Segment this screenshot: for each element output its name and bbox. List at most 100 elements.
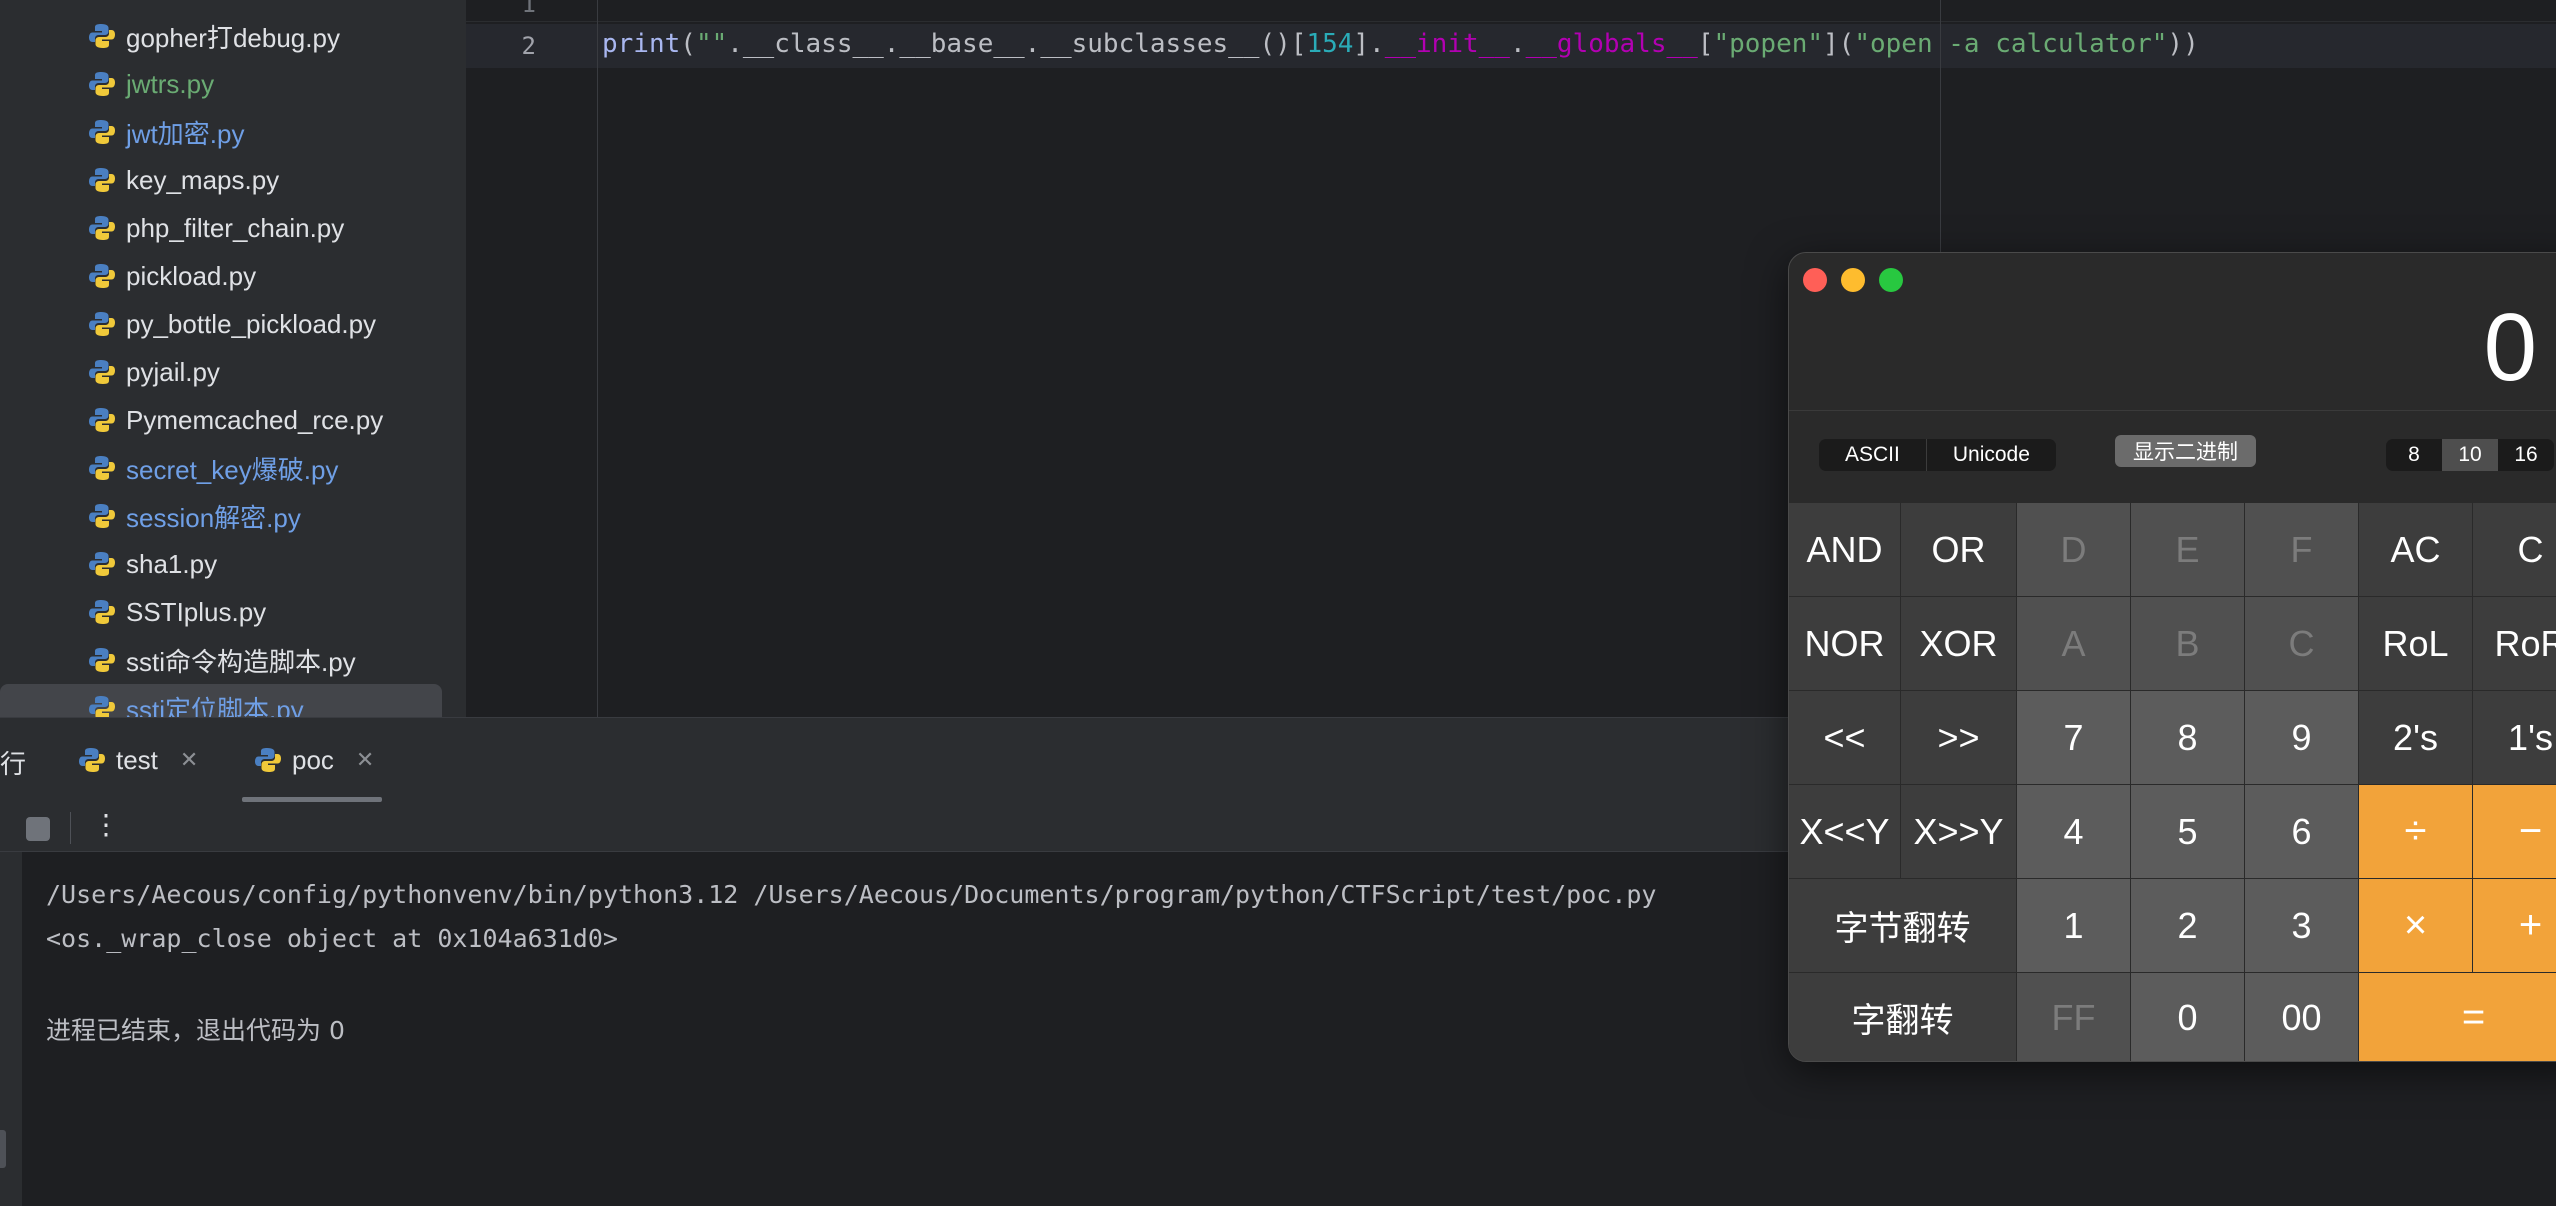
calc-key[interactable]: 字翻转 [1789,973,2017,1061]
calc-key[interactable]: 4 [2017,785,2131,879]
file-tree-item[interactable]: py_bottle_pickload.py [0,300,466,348]
calc-key[interactable]: 6 [2245,785,2359,879]
calc-key[interactable]: 7 [2017,691,2131,785]
file-name: SSTIplus.py [126,596,267,627]
calc-key[interactable]: X<<Y [1789,785,1901,879]
calc-key[interactable]: XOR [1901,597,2017,691]
tab-test[interactable]: test ✕ [78,718,198,802]
close-icon[interactable]: ✕ [356,747,374,773]
calc-key[interactable]: F [2245,503,2359,597]
calc-key[interactable]: 00 [2245,973,2359,1061]
calc-key[interactable]: OR [1901,503,2017,597]
calc-key[interactable]: RoL [2359,597,2473,691]
file-tree-item[interactable]: key_maps.py [0,156,466,204]
base-8-button[interactable]: 8 [2386,439,2442,471]
code-token: __init__ [1384,29,1510,59]
file-tree-item[interactable]: secret_key爆破.py [0,444,466,492]
python-file-icon [89,120,115,144]
close-icon[interactable]: ✕ [180,747,198,773]
code-token: 154 [1306,29,1354,59]
calc-key[interactable]: 3 [2245,879,2359,973]
console-exit-line: 进程已结束，退出代码为 0 [46,1016,345,1045]
stop-icon[interactable] [26,817,50,841]
file-name: session解密.py [126,502,301,533]
calc-key[interactable]: + [2473,879,2556,973]
code-line-2[interactable]: print("".__class__.__base__.__subclasses… [602,29,2199,59]
console-output-line: <os._wrap_close object at 0x104a631d0> [46,924,618,953]
file-tree-item[interactable]: pickload.py [0,252,466,300]
file-tree-item[interactable]: ssti命令构造脚本.py [0,636,466,684]
unicode-mode-button[interactable]: Unicode [1927,439,2056,471]
file-name: sha1.py [126,548,218,579]
calc-key[interactable]: RoR [2473,597,2556,691]
calculator-display: 0 [2483,294,2537,401]
file-tree-item[interactable]: php_filter_chain.py [0,204,466,252]
console-gutter [0,852,22,1206]
calc-key[interactable]: 2's [2359,691,2473,785]
code-token: "popen" [1713,29,1824,59]
python-file-icon [89,456,115,480]
window-zoom-button[interactable] [1879,268,1903,292]
calc-key[interactable]: ÷ [2359,785,2473,879]
editor-line-1-area [466,0,2556,22]
file-tree-item[interactable]: gopher打debug.py [0,12,466,60]
python-file-icon [255,748,281,772]
python-file-icon [89,600,115,624]
calc-key[interactable]: B [2131,597,2245,691]
calc-key[interactable]: − [2473,785,2556,879]
calc-key[interactable]: 1 [2017,879,2131,973]
python-file-icon [89,72,115,96]
file-tree-item[interactable]: session解密.py [0,492,466,540]
run-panel-title: 行 [0,749,27,779]
file-tree-item[interactable]: Pymemcached_rce.py [0,396,466,444]
calc-key[interactable]: = [2359,973,2556,1061]
file-name: jwtrs.py [126,68,215,99]
python-file-icon [89,24,115,48]
calc-key[interactable]: AND [1789,503,1901,597]
base-16-button[interactable]: 16 [2498,439,2554,471]
calc-key[interactable]: 0 [2131,973,2245,1061]
base-segmented-control: 8 10 16 [2386,439,2554,471]
calc-key[interactable]: AC [2359,503,2473,597]
file-name: pickload.py [126,260,257,291]
file-name: secret_key爆破.py [126,454,339,485]
calc-key[interactable]: X>>Y [1901,785,2017,879]
python-file-icon [89,408,115,432]
show-binary-button[interactable]: 显示二进制 [2115,435,2256,467]
calc-key[interactable]: E [2131,503,2245,597]
calc-key[interactable]: 1's [2473,691,2556,785]
calc-key[interactable]: FF [2017,973,2131,1061]
calc-key[interactable]: NOR [1789,597,1901,691]
calc-key[interactable]: 5 [2131,785,2245,879]
ascii-mode-button[interactable]: ASCII [1819,439,1927,471]
calc-key[interactable]: << [1789,691,1901,785]
calc-key[interactable]: A [2017,597,2131,691]
calc-key[interactable]: C [2473,503,2556,597]
more-options-icon[interactable]: ⋮ [92,808,120,841]
file-tree-item[interactable]: pyjail.py [0,348,466,396]
calc-key[interactable]: 字节翻转 [1789,879,2017,973]
calc-key[interactable]: >> [1901,691,2017,785]
python-file-icon [89,360,115,384]
tab-label: poc [292,744,334,775]
file-name: jwt加密.py [126,118,245,149]
tab-poc[interactable]: poc ✕ [242,718,383,802]
window-minimize-button[interactable] [1841,268,1865,292]
window-close-button[interactable] [1803,268,1827,292]
calc-key[interactable]: 9 [2245,691,2359,785]
code-token: __globals__ [1525,29,1698,59]
code-token: "open -a calculator" [1854,29,2168,59]
file-tree-item[interactable]: ssti定位脚本.py [0,684,442,717]
base-10-button[interactable]: 10 [2442,439,2498,471]
calc-key[interactable]: 8 [2131,691,2245,785]
code-token: ]. [1353,29,1385,59]
code-token: [ [1697,29,1714,59]
calc-key[interactable]: × [2359,879,2473,973]
file-tree-item[interactable]: sha1.py [0,540,466,588]
file-tree-item[interactable]: jwtrs.py [0,60,466,108]
calc-key[interactable]: 2 [2131,879,2245,973]
file-tree-item[interactable]: SSTIplus.py [0,588,466,636]
calc-key[interactable]: D [2017,503,2131,597]
file-tree-item[interactable]: jwt加密.py [0,108,466,156]
calc-key[interactable]: C [2245,597,2359,691]
